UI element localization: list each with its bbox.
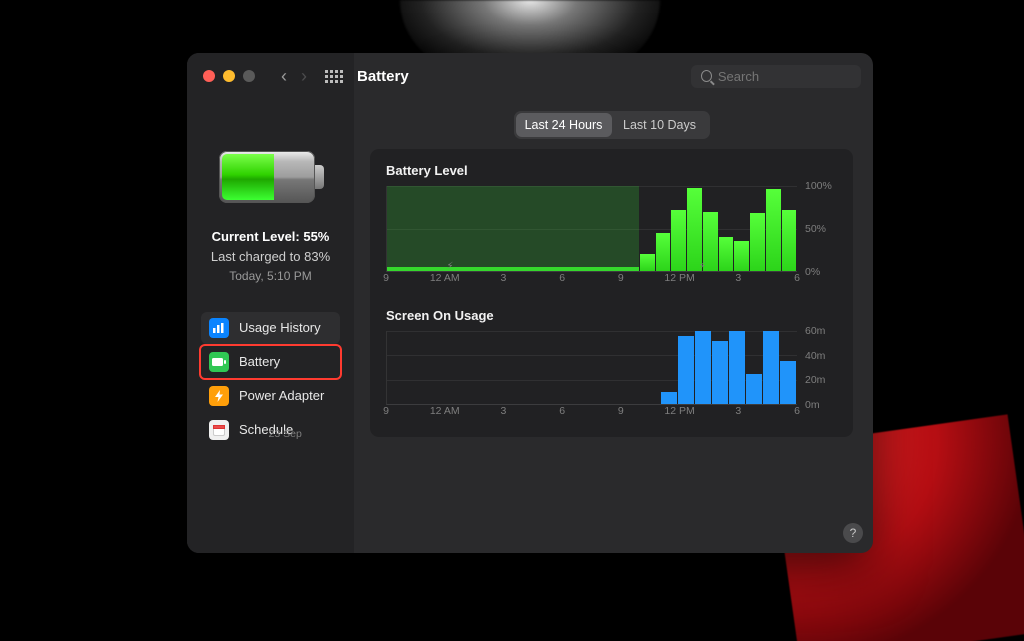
show-all-preferences-button[interactable] <box>325 70 343 83</box>
screen-on-x-axis: 912 AM36912 PM36 <box>386 405 797 427</box>
sidebar-item-label: Battery <box>239 354 280 369</box>
chart-icon <box>209 318 229 338</box>
battery-level-chart: ⚡︎⚡︎ 100%50%0% 912 AM36912 PM36 <box>386 186 797 294</box>
window-title: Battery <box>357 68 409 85</box>
current-level-label: Current Level: 55% <box>211 227 330 247</box>
sidebar: Current Level: 55% Last charged to 83% T… <box>187 53 354 553</box>
nav-arrows: ‹ › <box>281 67 307 85</box>
segment-last-10-days[interactable]: Last 10 Days <box>612 113 708 137</box>
battery-level-x-axis: 912 AM36912 PM36 <box>386 272 797 294</box>
battery-level-plot: ⚡︎⚡︎ <box>386 186 797 272</box>
sidebar-item-battery[interactable]: Battery <box>201 346 340 378</box>
screen-on-y-axis: 60m40m20m0m <box>801 331 837 405</box>
zoom-window-button[interactable] <box>243 70 255 82</box>
bolt-icon <box>209 386 229 406</box>
back-button[interactable]: ‹ <box>281 67 287 85</box>
window-controls <box>203 70 255 82</box>
battery-preferences-window: ‹ › Battery Current Level: 55% Last char… <box>187 53 873 553</box>
forward-button[interactable]: › <box>301 67 307 85</box>
search-input[interactable] <box>718 69 851 84</box>
screen-on-plot <box>386 331 797 405</box>
sidebar-item-usage-history[interactable]: Usage History <box>201 312 340 344</box>
calendar-icon <box>209 420 229 440</box>
battery-icon <box>209 352 229 372</box>
sidebar-item-label: Power Adapter <box>239 388 324 403</box>
screen-on-chart: 60m40m20m0m 912 AM36912 PM36 23 Sep <box>386 331 797 427</box>
last-charged-time: Today, 5:10 PM <box>211 267 330 286</box>
time-range-segmented-control[interactable]: Last 24 Hours Last 10 Days <box>514 111 710 139</box>
main-content: Last 24 Hours Last 10 Days Battery Level… <box>354 53 873 553</box>
segment-last-24-hours[interactable]: Last 24 Hours <box>516 113 612 137</box>
help-button[interactable]: ? <box>843 523 863 543</box>
battery-level-bars <box>387 186 797 271</box>
battery-level-title: Battery Level <box>386 163 837 178</box>
last-charged-label: Last charged to 83% <box>211 247 330 267</box>
close-window-button[interactable] <box>203 70 215 82</box>
screen-on-title: Screen On Usage <box>386 308 837 323</box>
screen-on-date-label: 23 Sep <box>269 428 621 440</box>
search-field[interactable] <box>691 65 861 88</box>
titlebar: ‹ › Battery <box>187 53 873 99</box>
sidebar-item-label: Usage History <box>239 320 321 335</box>
battery-status-text: Current Level: 55% Last charged to 83% T… <box>211 227 330 286</box>
minimize-window-button[interactable] <box>223 70 235 82</box>
battery-illustration <box>219 151 323 203</box>
sidebar-item-power-adapter[interactable]: Power Adapter <box>201 380 340 412</box>
battery-level-y-axis: 100%50%0% <box>801 186 837 272</box>
sidebar-menu: Usage History Battery Power Adapter Sche… <box>201 312 340 446</box>
search-icon <box>701 70 712 82</box>
charts-panel: Battery Level ⚡︎⚡︎ 100%50%0% 912 AM36912… <box>370 149 853 437</box>
screen-on-bars <box>387 331 797 404</box>
